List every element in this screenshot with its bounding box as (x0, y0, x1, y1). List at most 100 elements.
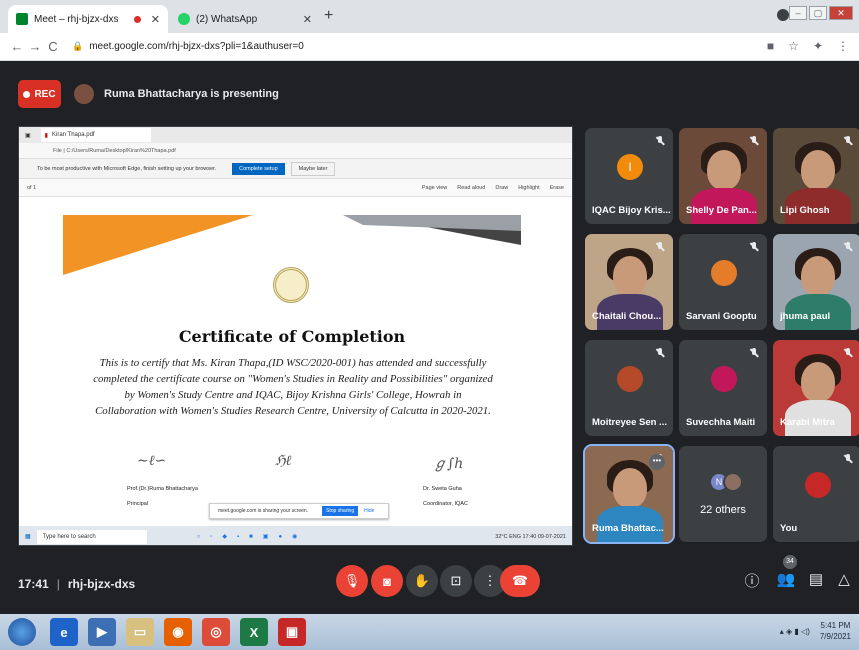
maximize-button[interactable]: ▢ (809, 6, 827, 20)
shared-tab: ▮ Kiran Thapa.pdf (40, 128, 151, 142)
hand-icon: ✋ (413, 573, 431, 588)
signatory-right: Dr. Sweta Guha Coordinator, IQAC (423, 485, 468, 509)
participant-tile[interactable]: Suvechha Maiti (679, 340, 767, 436)
participant-name: Chaitali Chou... (592, 311, 662, 322)
people-button[interactable]: 👥 (776, 570, 796, 588)
profile-icon[interactable] (777, 9, 789, 21)
reload-icon[interactable]: C (44, 39, 62, 54)
avatar (711, 260, 737, 286)
participant-tile[interactable]: Karabi Mitra (773, 340, 859, 436)
tab-whatsapp[interactable]: (2) WhatsApp ✕ (170, 5, 320, 33)
present-button[interactable]: ⊡ (440, 565, 472, 597)
signatory-left: Prof.(Dr.)Ruma Bhattacharya Principal (127, 485, 198, 509)
avatar (805, 472, 831, 498)
participant-tile[interactable]: ••• Ruma Bhattac... (583, 444, 675, 544)
firefox-icon[interactable]: ◉ (164, 618, 192, 646)
participant-tile[interactable]: Moitreyee Sen ... (585, 340, 673, 436)
browser-toolbar: ← → C 🔒 meet.google.com/rhj-bjzx-dxs?pli… (0, 33, 859, 61)
face-shape (613, 468, 647, 508)
participant-tile[interactable]: You (773, 446, 859, 542)
participant-tile[interactable]: jhuma paul (773, 234, 859, 330)
file-explorer-icon[interactable]: ▭ (126, 618, 154, 646)
shared-window-icon: ▣ (25, 132, 31, 139)
participant-tile[interactable]: I IQAC Bijoy Kris... (585, 128, 673, 224)
clock[interactable]: 5:41 PM 7/9/2021 (820, 620, 851, 642)
more-options-icon[interactable]: ••• (649, 454, 665, 470)
avatar (617, 366, 643, 392)
address-text: meet.google.com/rhj-bjzx-dxs?pli=1&authu… (89, 41, 304, 52)
start-button[interactable] (8, 618, 36, 646)
edge-infobar: To be most productive with Microsoft Edg… (19, 159, 572, 179)
internet-explorer-icon[interactable]: e (50, 618, 78, 646)
info-icon: ⓘ (744, 573, 760, 590)
hide-button: Hide (364, 508, 375, 514)
tab-meet[interactable]: Meet – rhj-bjzx-dxs ✕ (8, 5, 168, 33)
forward-icon[interactable]: → (26, 39, 44, 54)
shared-search-placeholder: Type here to search (42, 533, 96, 540)
mic-muted-icon (749, 348, 759, 358)
tab-title: Meet – rhj-bjzx-dxs (34, 13, 119, 25)
pdf-toolbar: of 1 Page view Read aloud Draw Highlight… (19, 179, 572, 197)
close-tab-icon[interactable]: ✕ (303, 13, 312, 26)
avatar (711, 366, 737, 392)
face-shape (801, 150, 835, 190)
pdf-tool: Read aloud (457, 184, 486, 191)
extension-icon[interactable]: ✦ (813, 39, 823, 53)
meeting-info-button[interactable]: ⓘ (742, 570, 762, 591)
recording-badge[interactable]: REC (18, 80, 61, 108)
media-player-icon[interactable]: ▶ (88, 618, 116, 646)
leave-call-button[interactable]: ☎ (500, 565, 540, 597)
mic-off-button[interactable]: 🎙 (336, 565, 368, 597)
raise-hand-button[interactable]: ✋ (406, 565, 438, 597)
complete-setup-button: Complete setup (232, 162, 285, 175)
camera-off-button[interactable]: ◙ (371, 565, 403, 597)
address-bar[interactable]: 🔒 meet.google.com/rhj-bjzx-dxs?pli=1&aut… (72, 41, 304, 52)
participant-tile[interactable]: Shelly De Pan... (679, 128, 767, 224)
tab-title: (2) WhatsApp (196, 13, 258, 25)
participant-tile[interactable]: Sarvani Gooptu (679, 234, 767, 330)
mic-muted-icon (749, 136, 759, 146)
maybe-later-button: Maybe later (290, 161, 336, 176)
app-icon[interactable]: ▣ (278, 618, 306, 646)
meet-favicon-icon (16, 13, 28, 25)
whatsapp-favicon-icon (178, 13, 190, 25)
avatar: I (617, 154, 643, 180)
people-icon: 👥 (776, 571, 796, 588)
rec-label: REC (34, 88, 56, 100)
close-tab-icon[interactable]: ✕ (151, 13, 160, 26)
pdf-icon: ▮ (44, 132, 48, 139)
lock-icon[interactable]: 🔒 (72, 41, 83, 52)
excel-icon[interactable]: X (240, 618, 268, 646)
shared-address-text: File | C:/Users/Ruma/Desktop/Kiran%20Tha… (53, 147, 176, 154)
clock-time: 5:41 PM (820, 621, 851, 630)
hang-up-icon: ☎ (511, 573, 529, 588)
participant-tile[interactable]: Lipi Ghosh (773, 128, 859, 224)
participant-name: Suvechha Maiti (686, 417, 756, 428)
shared-tab-title: Kiran Thapa.pdf (51, 132, 95, 138)
camera-off-icon: ◙ (383, 573, 391, 589)
recording-dot-icon (133, 15, 141, 23)
chrome-icon[interactable]: ◎ (202, 618, 230, 646)
activities-button[interactable]: △ (834, 570, 854, 588)
college-seal-icon (273, 267, 309, 303)
meeting-time: 17:41 (18, 577, 49, 591)
participant-name: Sarvani Gooptu (686, 311, 757, 322)
browser-tab-strip: Meet – rhj-bjzx-dxs ✕ (2) WhatsApp ✕ + –… (0, 0, 859, 33)
activities-icon: △ (838, 571, 850, 588)
participant-name: Lipi Ghosh (780, 205, 830, 216)
shared-search-box: Type here to search (36, 529, 147, 544)
participant-tile[interactable]: N 22 others (679, 446, 767, 542)
back-icon[interactable]: ← (8, 39, 26, 54)
bookmark-star-icon[interactable]: ☆ (788, 39, 799, 53)
new-tab-button[interactable]: + (324, 7, 333, 25)
toolbar-actions: ■ ☆ ✦ ⋮ (767, 39, 849, 53)
camera-icon[interactable]: ■ (767, 39, 774, 53)
certificate-title: Certificate of Completion (178, 327, 406, 346)
signature-left-icon: ∼ℓ∽ (137, 453, 167, 469)
menu-icon[interactable]: ⋮ (837, 39, 849, 53)
minimize-button[interactable]: – (789, 6, 807, 20)
participant-tile[interactable]: Chaitali Chou... (585, 234, 673, 330)
close-window-button[interactable]: ✕ (829, 6, 853, 20)
chat-button[interactable]: ▤ (806, 570, 826, 588)
participant-name: 22 others (700, 504, 746, 516)
